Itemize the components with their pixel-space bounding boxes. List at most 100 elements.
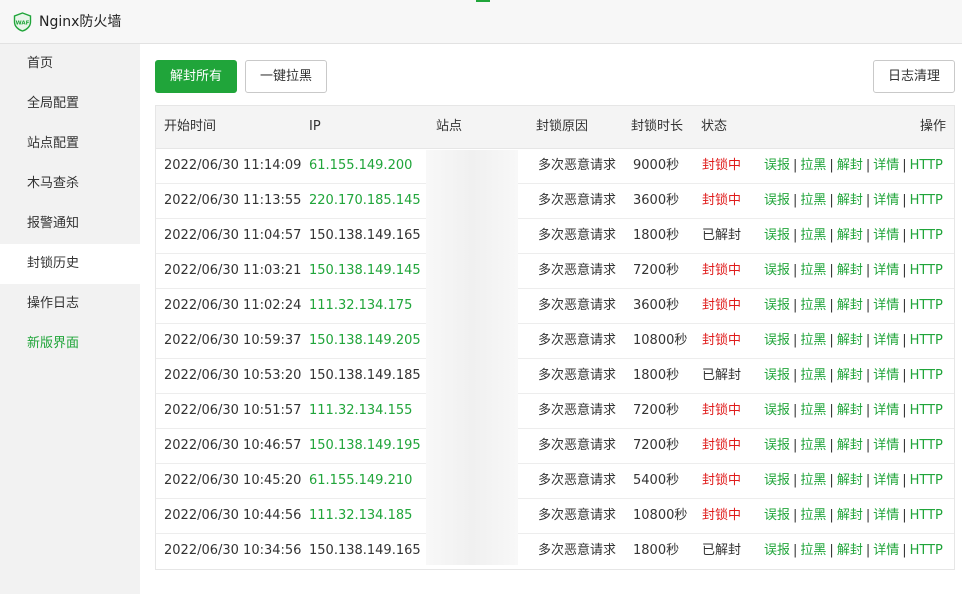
action-separator: | (865, 158, 871, 173)
blacklist-link[interactable]: 拉黑 (800, 333, 826, 348)
start-time-cell: 2022/06/30 11:03:21 (164, 263, 302, 278)
action-separator: | (902, 473, 907, 488)
http-link[interactable]: HTTP (910, 368, 943, 383)
ip-cell[interactable]: 220.170.185.145 (309, 184, 421, 218)
ip-cell[interactable]: 150.138.149.195 (309, 429, 421, 463)
unblock-link[interactable]: 解封 (837, 263, 863, 278)
sidebar-item-3[interactable]: 木马查杀 (0, 164, 140, 204)
table-row: 2022/06/30 10:51:57 111.32.134.155 多次恶意请求 7… (156, 394, 954, 429)
blacklist-link[interactable]: 拉黑 (800, 158, 826, 173)
blacklist-link[interactable]: 拉黑 (800, 228, 826, 243)
details-link[interactable]: 详情 (873, 263, 899, 278)
action-separator: | (829, 508, 834, 523)
details-link[interactable]: 详情 (873, 438, 899, 453)
unblock-link[interactable]: 解封 (837, 298, 863, 313)
blacklist-link[interactable]: 拉黑 (800, 438, 826, 453)
http-link[interactable]: HTTP (910, 193, 943, 208)
unblock-link[interactable]: 解封 (837, 228, 863, 243)
report-false-positive-link[interactable]: 误报 (764, 333, 790, 348)
row-actions: 误报 | 拉黑 | 解封 | 详情 | HTTP (764, 534, 943, 568)
ip-cell[interactable]: 61.155.149.210 (309, 464, 412, 498)
action-separator: | (793, 263, 798, 278)
blacklist-link[interactable]: 拉黑 (800, 263, 826, 278)
unblock-link[interactable]: 解封 (837, 508, 863, 523)
sidebar-item-7[interactable]: 新版界面 (0, 324, 140, 364)
http-link[interactable]: HTTP (910, 228, 943, 243)
http-link[interactable]: HTTP (910, 158, 943, 173)
unblock-link[interactable]: 解封 (837, 333, 863, 348)
clear-logs-button[interactable]: 日志清理 (873, 60, 955, 93)
details-link[interactable]: 详情 (873, 543, 899, 558)
report-false-positive-link[interactable]: 误报 (764, 543, 790, 558)
report-false-positive-link[interactable]: 误报 (764, 228, 790, 243)
blacklist-link[interactable]: 拉黑 (800, 368, 826, 383)
details-link[interactable]: 详情 (873, 298, 899, 313)
http-link[interactable]: HTTP (910, 543, 943, 558)
ip-cell[interactable]: 150.138.149.145 (309, 254, 421, 288)
http-link[interactable]: HTTP (910, 298, 943, 313)
unblock-link[interactable]: 解封 (837, 473, 863, 488)
ip-cell[interactable]: 150.138.149.205 (309, 324, 421, 358)
report-false-positive-link[interactable]: 误报 (764, 403, 790, 418)
report-false-positive-link[interactable]: 误报 (764, 193, 790, 208)
sidebar-item-6[interactable]: 操作日志 (0, 284, 140, 324)
row-actions: 误报 | 拉黑 | 解封 | 详情 | HTTP (764, 184, 943, 218)
sidebar-item-2[interactable]: 站点配置 (0, 124, 140, 164)
http-link[interactable]: HTTP (910, 263, 943, 278)
action-separator: | (865, 333, 871, 348)
table-row: 2022/06/30 10:59:37 150.138.149.205 多次恶意请求… (156, 324, 954, 359)
http-link[interactable]: HTTP (910, 438, 943, 453)
details-link[interactable]: 详情 (873, 228, 899, 243)
unblock-link[interactable]: 解封 (837, 193, 863, 208)
unblock-link[interactable]: 解封 (837, 438, 863, 453)
blacklist-link[interactable]: 拉黑 (800, 298, 826, 313)
start-time-cell: 2022/06/30 10:34:56 (164, 543, 302, 558)
http-link[interactable]: HTTP (910, 403, 943, 418)
http-link[interactable]: HTTP (910, 473, 943, 488)
sidebar-item-1[interactable]: 全局配置 (0, 84, 140, 124)
details-link[interactable]: 详情 (873, 403, 899, 418)
site-column-redaction (426, 150, 518, 565)
details-link[interactable]: 详情 (873, 158, 899, 173)
unblock-all-button[interactable]: 解封所有 (155, 60, 237, 93)
report-false-positive-link[interactable]: 误报 (764, 158, 790, 173)
report-false-positive-link[interactable]: 误报 (764, 263, 790, 278)
report-false-positive-link[interactable]: 误报 (764, 473, 790, 488)
ip-cell[interactable]: 111.32.134.175 (309, 289, 412, 323)
row-actions: 误报 | 拉黑 | 解封 | 详情 | HTTP (764, 359, 943, 393)
unblock-link[interactable]: 解封 (837, 543, 863, 558)
sidebar-item-0[interactable]: 首页 (0, 44, 140, 84)
details-link[interactable]: 详情 (873, 193, 899, 208)
one-click-blacklist-button[interactable]: 一键拉黑 (245, 60, 327, 93)
blacklist-link[interactable]: 拉黑 (800, 508, 826, 523)
ip-cell[interactable]: 111.32.134.185 (309, 499, 412, 533)
report-false-positive-link[interactable]: 误报 (764, 368, 790, 383)
blacklist-link[interactable]: 拉黑 (800, 193, 826, 208)
start-time-cell: 2022/06/30 10:59:37 (164, 333, 302, 348)
unblock-link[interactable]: 解封 (837, 368, 863, 383)
http-link[interactable]: HTTP (910, 333, 943, 348)
action-separator: | (902, 438, 907, 453)
main-content: 解封所有 一键拉黑 日志清理 开始时间 IP 站点 封锁原因 封锁时长 状态 操… (140, 44, 962, 594)
details-link[interactable]: 详情 (873, 333, 899, 348)
blacklist-link[interactable]: 拉黑 (800, 403, 826, 418)
action-separator: | (793, 228, 798, 243)
unblock-link[interactable]: 解封 (837, 158, 863, 173)
sidebar-item-5[interactable]: 封锁历史 (0, 244, 140, 284)
action-separator: | (829, 438, 834, 453)
unblock-link[interactable]: 解封 (837, 403, 863, 418)
sidebar-item-4[interactable]: 报警通知 (0, 204, 140, 244)
report-false-positive-link[interactable]: 误报 (764, 438, 790, 453)
ip-cell[interactable]: 61.155.149.200 (309, 149, 412, 183)
duration-cell: 1800秒 (633, 543, 680, 558)
blacklist-link[interactable]: 拉黑 (800, 473, 826, 488)
report-false-positive-link[interactable]: 误报 (764, 298, 790, 313)
ip-cell[interactable]: 111.32.134.155 (309, 394, 412, 428)
http-link[interactable]: HTTP (910, 508, 943, 523)
blacklist-link[interactable]: 拉黑 (800, 543, 826, 558)
details-link[interactable]: 详情 (873, 508, 899, 523)
details-link[interactable]: 详情 (873, 473, 899, 488)
report-false-positive-link[interactable]: 误报 (764, 508, 790, 523)
details-link[interactable]: 详情 (873, 368, 899, 383)
action-separator: | (902, 228, 907, 243)
